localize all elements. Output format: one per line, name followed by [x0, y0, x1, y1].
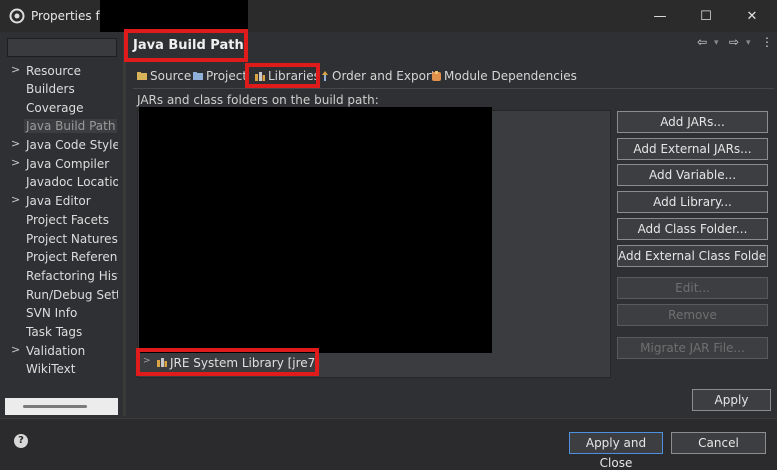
expand-arrow-icon[interactable]: > — [11, 63, 20, 76]
highlight-jre-entry — [136, 348, 319, 376]
build-path-hint: JARs and class folders on the build path… — [137, 93, 379, 107]
scrollbar-thumb[interactable] — [23, 405, 87, 408]
minimize-button[interactable]: — — [637, 0, 683, 32]
nav-item-project-facets[interactable]: Project Facets — [5, 211, 118, 229]
title-bar: Properties fo — ☐ ✕ — [0, 0, 777, 32]
cancel-button[interactable]: Cancel — [671, 432, 766, 454]
add-external-class-folder-button[interactable]: Add External Class Folder... — [617, 245, 768, 267]
nav-item-java-editor[interactable]: > Java Editor — [5, 192, 118, 210]
nav-item-project-references[interactable]: Project References — [5, 248, 118, 266]
redacted-list-region — [139, 107, 492, 353]
add-class-folder-button[interactable]: Add Class Folder... — [617, 218, 768, 240]
filter-input[interactable] — [7, 38, 117, 57]
tab-bar: Source Projects Libraries Order and Expo… — [134, 66, 774, 88]
back-dropdown-icon[interactable]: ▾ — [714, 38, 719, 48]
add-external-jars-button[interactable]: Add External JARs... — [617, 138, 768, 160]
nav-scrollbar[interactable] — [5, 398, 118, 415]
close-button[interactable]: ✕ — [729, 0, 775, 32]
migrate-jar-button[interactable]: Migrate JAR File... — [617, 337, 768, 359]
tab-projects[interactable]: Projects — [193, 69, 245, 83]
expand-arrow-icon[interactable]: > — [11, 193, 20, 206]
highlight-libraries-tab — [245, 63, 320, 88]
source-folder-icon — [137, 72, 147, 80]
nav-item-resource[interactable]: > Resource — [5, 62, 118, 80]
eclipse-gear-icon — [9, 8, 25, 24]
tab-order-and-export[interactable]: Order and Export — [321, 69, 436, 83]
maximize-icon: ☐ — [700, 8, 712, 24]
property-pages-tree[interactable]: > Resource Builders Coverage Java Build P… — [5, 60, 118, 397]
module-dependencies-icon — [432, 71, 441, 81]
nav-item-java-compiler[interactable]: > Java Compiler — [5, 155, 118, 173]
nav-item-java-build-path[interactable]: Java Build Path — [5, 117, 118, 135]
maximize-button[interactable]: ☐ — [683, 0, 729, 32]
redacted-title-region — [100, 0, 248, 32]
nav-item-task-tags[interactable]: Task Tags — [5, 323, 118, 341]
nav-item-validation[interactable]: > Validation — [5, 342, 118, 360]
help-icon[interactable]: ? — [14, 434, 28, 448]
apply-button[interactable]: Apply — [692, 389, 771, 411]
add-jars-button[interactable]: Add JARs... — [617, 111, 768, 133]
nav-item-javadoc-location[interactable]: Javadoc Location — [5, 173, 118, 191]
nav-item-run-debug-settings[interactable]: Run/Debug Settings — [5, 286, 118, 304]
nav-item-refactoring-history[interactable]: Refactoring History — [5, 267, 118, 285]
projects-icon — [193, 72, 203, 80]
remove-button[interactable]: Remove — [617, 304, 768, 326]
nav-item-coverage[interactable]: Coverage — [5, 99, 118, 117]
close-icon: ✕ — [746, 8, 758, 24]
nav-item-wikitext[interactable]: WikiText — [5, 360, 118, 378]
window-title: Properties fo — [31, 9, 108, 23]
highlight-page-title — [124, 29, 248, 62]
apply-and-close-button[interactable]: Apply and Close — [569, 432, 663, 470]
expand-arrow-icon[interactable]: > — [11, 137, 20, 150]
nav-item-project-natures[interactable]: Project Natures — [5, 230, 118, 248]
expand-arrow-icon[interactable]: > — [11, 156, 20, 169]
tab-source[interactable]: Source — [137, 69, 191, 83]
add-variable-button[interactable]: Add Variable... — [617, 164, 768, 186]
view-menu-icon[interactable]: ⋮ — [761, 35, 773, 49]
back-arrow-icon[interactable]: ⇦ — [697, 35, 707, 49]
edit-button[interactable]: Edit... — [617, 277, 768, 299]
expand-arrow-icon[interactable]: > — [11, 343, 20, 356]
nav-item-java-code-style[interactable]: > Java Code Style — [5, 136, 118, 154]
forward-dropdown-icon[interactable]: ▾ — [746, 38, 751, 48]
nav-item-builders[interactable]: Builders — [5, 80, 118, 98]
sash-divider[interactable] — [123, 32, 126, 416]
tab-module-dependencies[interactable]: Module Dependencies — [432, 69, 577, 83]
order-export-icon — [322, 71, 328, 81]
add-library-button[interactable]: Add Library... — [617, 191, 768, 213]
nav-item-svn-info[interactable]: SVN Info — [5, 304, 118, 322]
minimize-icon: — — [653, 8, 667, 24]
forward-arrow-icon[interactable]: ⇨ — [729, 35, 739, 49]
